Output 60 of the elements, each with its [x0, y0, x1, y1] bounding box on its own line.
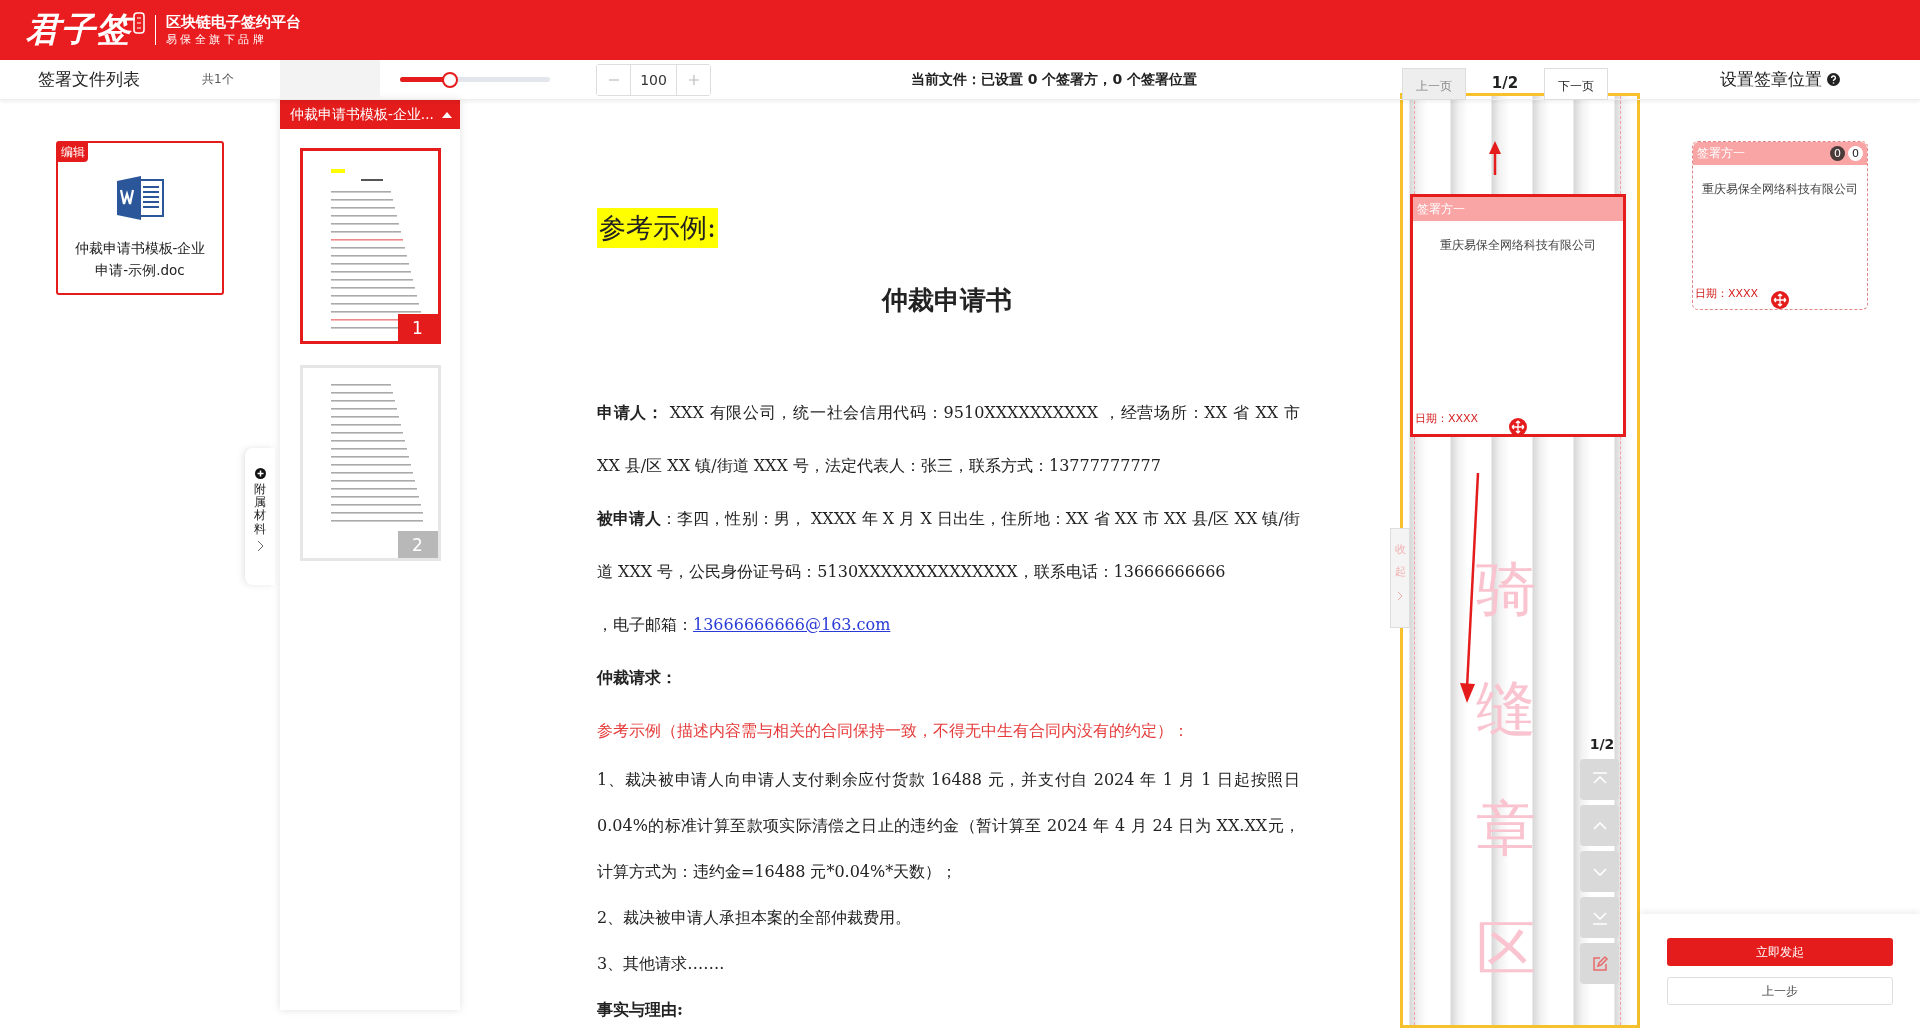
signature-date: 日期：XXXX — [1695, 286, 1759, 301]
document-title: 仲裁申请书 — [880, 284, 1013, 317]
page-up-button[interactable] — [1580, 805, 1619, 846]
signer-name: 签署方一 — [1417, 200, 1465, 218]
page-number-badge: 1 — [397, 314, 438, 341]
start-signing-button[interactable]: 立即发起 — [1667, 938, 1893, 966]
help-icon[interactable] — [1827, 73, 1840, 86]
add-icon — [254, 468, 266, 479]
current-file-status: 当前文件：已设置 0 个签署方，0 个签署位置 — [911, 70, 1198, 89]
email-link[interactable]: 13666666666@163.com — [693, 615, 891, 634]
email-label: ，电子邮箱： — [597, 615, 693, 634]
count-badge: 0 — [1848, 146, 1863, 161]
move-icon[interactable] — [1509, 418, 1527, 436]
example-note: 参考示例（描述内容需与相关的合同保持一致，不得无中生有合同内没有的约定）： — [597, 720, 1190, 742]
chevron-right-icon — [1396, 591, 1404, 601]
page-thumbnail[interactable]: 1 — [299, 148, 441, 344]
file-name: 仲裁申请书模板-企业申请-示例.doc — [73, 239, 207, 280]
page-number-badge: 2 — [397, 531, 438, 558]
zoom-slider[interactable] — [400, 71, 550, 88]
page-indicator: 1/2 — [1490, 73, 1520, 94]
paragraph: 申请人： XXX 有限公司，统一社会信用代码：9510XXXXXXXXXX ，经营场所：XX 省 XX 市 XX 县/区 XX 镇/街道 XXX 号，法定代表人：张三，联系方式：13777777777 — [597, 402, 1300, 477]
plus-icon — [687, 73, 700, 86]
slogan: 易 保 全 旗 下 品 牌 — [166, 32, 265, 48]
word-document-icon — [115, 173, 165, 223]
file-count: 共1个 — [202, 71, 234, 88]
count-badge: 0 — [1830, 146, 1845, 161]
signature-date: 日期：XXXX — [1415, 411, 1479, 426]
file-card[interactable]: 编辑 仲裁申请书模板-企业申请-示例.doc — [56, 141, 224, 295]
signer-card[interactable]: 签署方一 0 0 重庆易保全网络科技有限公司 日期：XXXX — [1692, 141, 1868, 310]
watermark-text: 骑缝章区 — [1476, 552, 1536, 985]
signature-box[interactable]: 签署方一 重庆易保全网络科技有限公司 日期：XXXX — [1410, 194, 1626, 437]
section-heading: 事实与理由: — [597, 999, 684, 1021]
move-icon[interactable] — [1771, 291, 1789, 309]
section-heading: 仲裁请求： — [597, 667, 678, 689]
seal-icon — [133, 12, 145, 34]
edit-button[interactable] — [1580, 943, 1619, 984]
file-list-title: 签署文件列表 — [38, 68, 140, 91]
caret-up-icon — [442, 111, 452, 118]
document-tab[interactable]: 仲裁申请书模板-企业... — [280, 100, 460, 129]
next-page-button[interactable]: 下一页 — [1544, 68, 1608, 100]
paragraph: 3、其他请求……. — [597, 953, 726, 975]
page-counter: 1/2 — [1588, 736, 1616, 752]
up-arrow-icon — [1488, 141, 1502, 175]
paragraph: 2、裁决被申请人承担本案的全部仲裁费用。 — [597, 907, 913, 929]
example-heading: 参考示例: — [597, 208, 719, 248]
chevron-right-icon — [256, 539, 264, 552]
paragraph: 1、裁决被申请人向申请人支付剩余应付货款 16488 元，并支付自 2024 年 1 月 1 日起按照日 0.04%的标准计算至款项实际清偿之日止的违约金（暂计算至 2024 年 4 月 24 日为 XX.XX元，计算方式为：违约金=16488 元*0.04%*天数）； — [597, 769, 1300, 883]
company-name: 重庆易保全网络科技有限公司 — [1439, 237, 1597, 254]
company-name: 重庆易保全网络科技有限公司 — [1701, 181, 1859, 198]
platform-name: 区块链电子签约平台 — [166, 12, 301, 32]
slider-thumb[interactable] — [441, 71, 458, 88]
attachments-tab[interactable]: 附属材料 — [245, 448, 275, 585]
panel-title: 设置签章位置 — [1720, 68, 1822, 91]
edit-badge[interactable]: 编辑 — [58, 143, 88, 162]
signer-name: 签署方一 — [1697, 145, 1745, 162]
back-button[interactable]: 上一步 — [1667, 977, 1893, 1005]
page-down-button[interactable] — [1580, 851, 1619, 892]
paragraph: 被申请人：李四，性别：男， XXXX 年 X 月 X 日出生，住所地：XX 省 XX 市 XX 县/区 XX 镇/街道 XXX 号，公民身份证号码：5130XXXXXXXXXXXXXX，联系电话：13666666666 — [597, 508, 1300, 583]
last-page-button[interactable] — [1580, 897, 1619, 938]
first-page-button[interactable] — [1580, 759, 1619, 800]
